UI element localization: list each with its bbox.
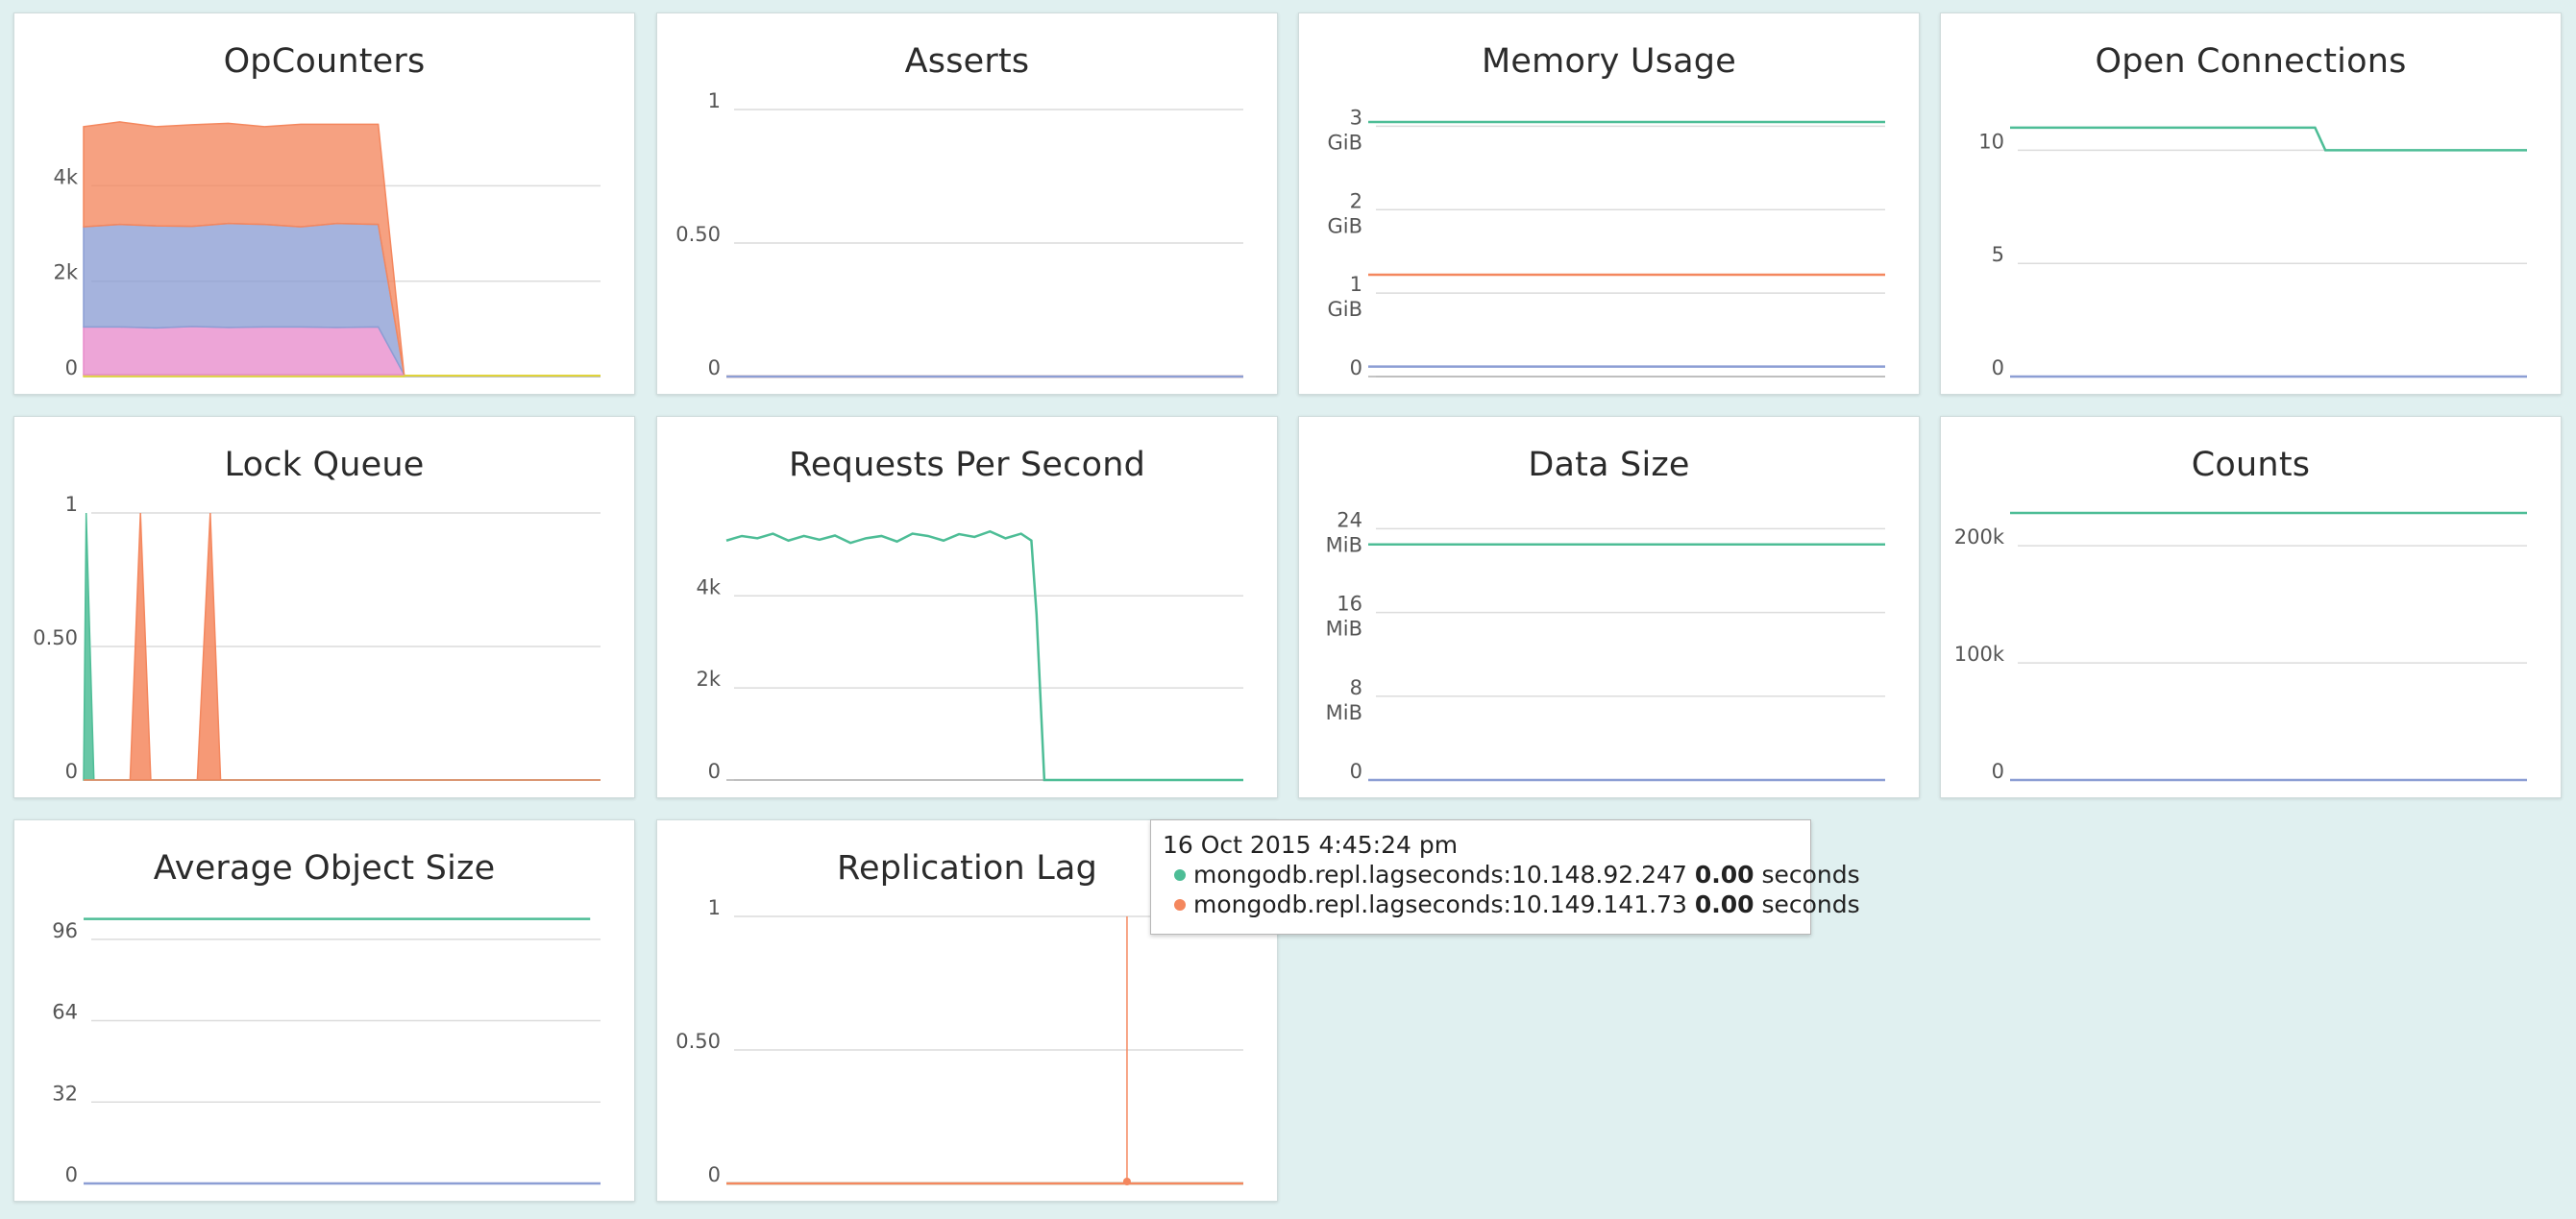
- y-tick-label: 0: [1992, 356, 2004, 379]
- y-tick-label: 24: [1337, 508, 1362, 531]
- panel-memory-usage: Memory Usage 0 1 GiB 2 GiB 3 GiB: [1298, 12, 1920, 395]
- series-dot-icon: [1174, 868, 1186, 881]
- average-object-size-chart[interactable]: 0 32 64 96: [14, 820, 636, 1203]
- data-size-chart[interactable]: 08MiB16MiB24MiB: [1299, 417, 1921, 799]
- panel-data-size: Data Size 0 8 MiB 16 MiB 24 MiB: [1298, 416, 1920, 798]
- panel-counts: Counts 0 100k 200k: [1940, 416, 2562, 798]
- y-tick-label: 100k: [1954, 643, 2005, 666]
- tooltip-series-label: mongodb.repl.lagseconds:10.149.141.73: [1193, 890, 1687, 918]
- memory-usage-chart[interactable]: 01GiB2GiB3GiB: [1299, 13, 1921, 396]
- tooltip-row: mongodb.repl.lagseconds:10.149.141.73 0.…: [1163, 890, 1860, 919]
- chart-tooltip: 16 Oct 2015 4:45:24 pm mongodb.repl.lags…: [1150, 819, 1860, 935]
- y-tick-label: 4k: [696, 575, 721, 598]
- tooltip-unit: seconds: [1761, 890, 1860, 918]
- series-line: [725, 529, 1243, 782]
- requests-per-second-chart[interactable]: 0 2k 4k: [657, 417, 1279, 799]
- series-dot-icon: [1174, 898, 1186, 911]
- panel-requests-per-second: Requests Per Second 0 2k 4k: [656, 416, 1278, 798]
- tooltip-time: 16 Oct 2015 4:45:24 pm: [1163, 831, 1459, 859]
- y-tick-label: 3: [1350, 106, 1362, 129]
- y-tick-label: 0.50: [33, 626, 78, 649]
- asserts-chart[interactable]: 0 0.50 1: [657, 13, 1279, 396]
- series-area: [83, 326, 405, 376]
- tooltip-value: 0.00: [1694, 861, 1754, 889]
- lock-queue-chart[interactable]: 0 0.50 1: [14, 417, 636, 799]
- y-tick-unit: GiB: [1327, 298, 1362, 321]
- y-tick-label: 4k: [53, 165, 78, 188]
- y-tick-label: 96: [52, 919, 78, 942]
- y-tick-label: 0: [65, 1163, 78, 1186]
- hover-point: [1122, 1178, 1131, 1185]
- y-tick-label: 10: [1978, 130, 2004, 153]
- panel-lock-queue: Lock Queue 0 0.50 1: [13, 416, 635, 798]
- panel-opcounters: OpCounters 0 2k 4k: [13, 12, 635, 395]
- y-tick-label: 16: [1337, 593, 1362, 616]
- y-tick-label: 0: [708, 760, 721, 783]
- y-tick-label: 200k: [1954, 525, 2005, 549]
- y-tick-label: 2k: [53, 261, 78, 284]
- y-tick-label: 32: [52, 1082, 78, 1105]
- y-tick-unit: MiB: [1326, 618, 1362, 641]
- y-tick-label: 1: [708, 896, 721, 919]
- tooltip-row: mongodb.repl.lagseconds:10.148.92.247 0.…: [1163, 860, 1860, 890]
- y-tick-label: 64: [52, 1001, 78, 1024]
- tooltip-value: 0.00: [1694, 890, 1754, 918]
- panel-average-object-size: Average Object Size 0 32 64 96: [13, 819, 635, 1202]
- y-tick-label: 2k: [696, 668, 721, 691]
- y-tick-unit: GiB: [1327, 214, 1362, 237]
- y-tick-label: 0: [1350, 356, 1362, 379]
- y-tick-label: 8: [1350, 676, 1362, 699]
- y-tick-unit: GiB: [1327, 131, 1362, 154]
- y-tick-label: 0: [708, 1163, 721, 1186]
- y-tick-label: 0.50: [675, 223, 721, 246]
- y-tick-label: 1: [1350, 273, 1362, 296]
- y-tick-unit: MiB: [1326, 533, 1362, 556]
- y-tick-label: 0: [1350, 760, 1362, 783]
- y-tick-label: 1: [708, 89, 721, 112]
- tooltip-unit: seconds: [1761, 861, 1860, 889]
- series-line: [2010, 126, 2527, 152]
- y-tick-unit: MiB: [1326, 701, 1362, 724]
- panel-asserts: Asserts 0 0.50 1: [656, 12, 1278, 395]
- y-tick-label: 0: [65, 356, 78, 379]
- y-tick-label: 2: [1350, 189, 1362, 212]
- panel-open-connections: Open Connections 0 5 10: [1940, 12, 2562, 395]
- y-tick-label: 0: [708, 356, 721, 379]
- y-tick-label: 0: [1992, 760, 2004, 783]
- opcounters-chart[interactable]: 0 2k 4k: [14, 13, 636, 396]
- y-tick-label: 5: [1992, 243, 2004, 266]
- y-tick-label: 0.50: [675, 1030, 721, 1053]
- y-tick-label: 0: [65, 760, 78, 783]
- counts-chart[interactable]: 0 100k 200k: [1941, 417, 2563, 799]
- y-tick-label: 1: [65, 493, 78, 516]
- open-connections-chart[interactable]: 0 5 10: [1941, 13, 2563, 396]
- tooltip-series-label: mongodb.repl.lagseconds:10.148.92.247: [1193, 861, 1687, 889]
